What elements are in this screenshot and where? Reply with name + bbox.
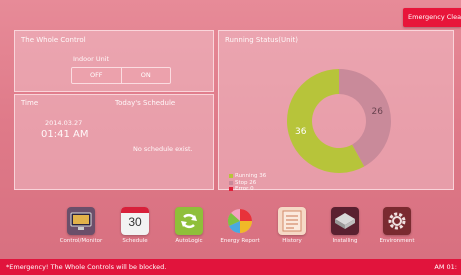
dock-label-energy-report: Energy Report bbox=[220, 238, 260, 244]
on-button[interactable]: ON bbox=[120, 68, 170, 83]
dock-label-control-monitor: Control/Monitor bbox=[59, 238, 103, 244]
legend-running-label: Running 36 bbox=[235, 173, 267, 179]
running-status-panel: Running Status(Unit) 26 36 Running 36 Sto… bbox=[218, 30, 454, 192]
calendar-number: 30 bbox=[128, 215, 142, 229]
dock-schedule[interactable]: 30 Schedule bbox=[106, 207, 164, 244]
legend-stop-swatch bbox=[229, 180, 233, 185]
indoor-unit-toggle: OFF ON bbox=[71, 67, 171, 84]
dock-installing[interactable]: Installing bbox=[316, 207, 374, 244]
whole-control-panel: The Whole Control Indoor Unit OFF ON bbox=[14, 30, 214, 92]
legend-error: Error 0 bbox=[229, 186, 254, 192]
history-list-icon bbox=[278, 207, 306, 235]
refresh-icon bbox=[175, 207, 203, 235]
dock-environment[interactable]: Environment bbox=[368, 207, 426, 244]
dock-autologic[interactable]: AutoLogic bbox=[160, 207, 218, 244]
installing-icon bbox=[331, 207, 359, 235]
whole-control-title: The Whole Control bbox=[21, 36, 86, 44]
time-schedule-panel: Time Today's Schedule 2014.03.27 01:41 A… bbox=[14, 94, 214, 190]
dock-label-history: History bbox=[282, 238, 302, 244]
running-status-title: Running Status(Unit) bbox=[225, 36, 298, 44]
gear-icon bbox=[383, 207, 411, 235]
current-date: 2014.03.27 bbox=[45, 119, 83, 127]
emergency-status-bar: *Emergency! The Whole Controls will be b… bbox=[0, 259, 461, 275]
running-status-donut-chart: 26 36 bbox=[287, 69, 391, 173]
donut-label-running: 36 bbox=[295, 127, 307, 137]
status-clock: AM 01: bbox=[434, 263, 457, 271]
dock-control-monitor[interactable]: Control/Monitor bbox=[52, 207, 110, 244]
todays-schedule-heading: Today's Schedule bbox=[115, 99, 176, 107]
pie-chart-icon bbox=[226, 207, 254, 235]
dock-energy-report[interactable]: Energy Report bbox=[211, 207, 269, 244]
legend-running-swatch bbox=[229, 173, 233, 178]
monitor-icon bbox=[67, 207, 95, 235]
legend-running: Running 36 bbox=[229, 173, 266, 179]
dock-label-installing: Installing bbox=[332, 238, 358, 244]
emergency-clear-button[interactable]: Emergency Clea bbox=[403, 8, 461, 27]
dock-label-schedule: Schedule bbox=[122, 238, 148, 244]
legend-error-swatch bbox=[229, 186, 233, 191]
dock-label-environment: Environment bbox=[379, 238, 415, 244]
legend-error-label: Error 0 bbox=[235, 186, 254, 192]
calendar-header bbox=[121, 207, 149, 213]
dock-history[interactable]: History bbox=[263, 207, 321, 244]
current-time: 01:41 AM bbox=[41, 129, 89, 140]
calendar-icon: 30 bbox=[121, 207, 149, 235]
screen: Emergency Clea The Whole Control Indoor … bbox=[0, 0, 461, 275]
time-heading: Time bbox=[21, 99, 39, 107]
off-button[interactable]: OFF bbox=[72, 68, 121, 83]
dock-label-autologic: AutoLogic bbox=[175, 238, 203, 244]
donut-label-stop: 26 bbox=[372, 107, 384, 117]
emergency-message: *Emergency! The Whole Controls will be b… bbox=[6, 263, 167, 271]
no-schedule-text: No schedule exist. bbox=[133, 145, 193, 153]
indoor-unit-label: Indoor Unit bbox=[73, 55, 110, 63]
